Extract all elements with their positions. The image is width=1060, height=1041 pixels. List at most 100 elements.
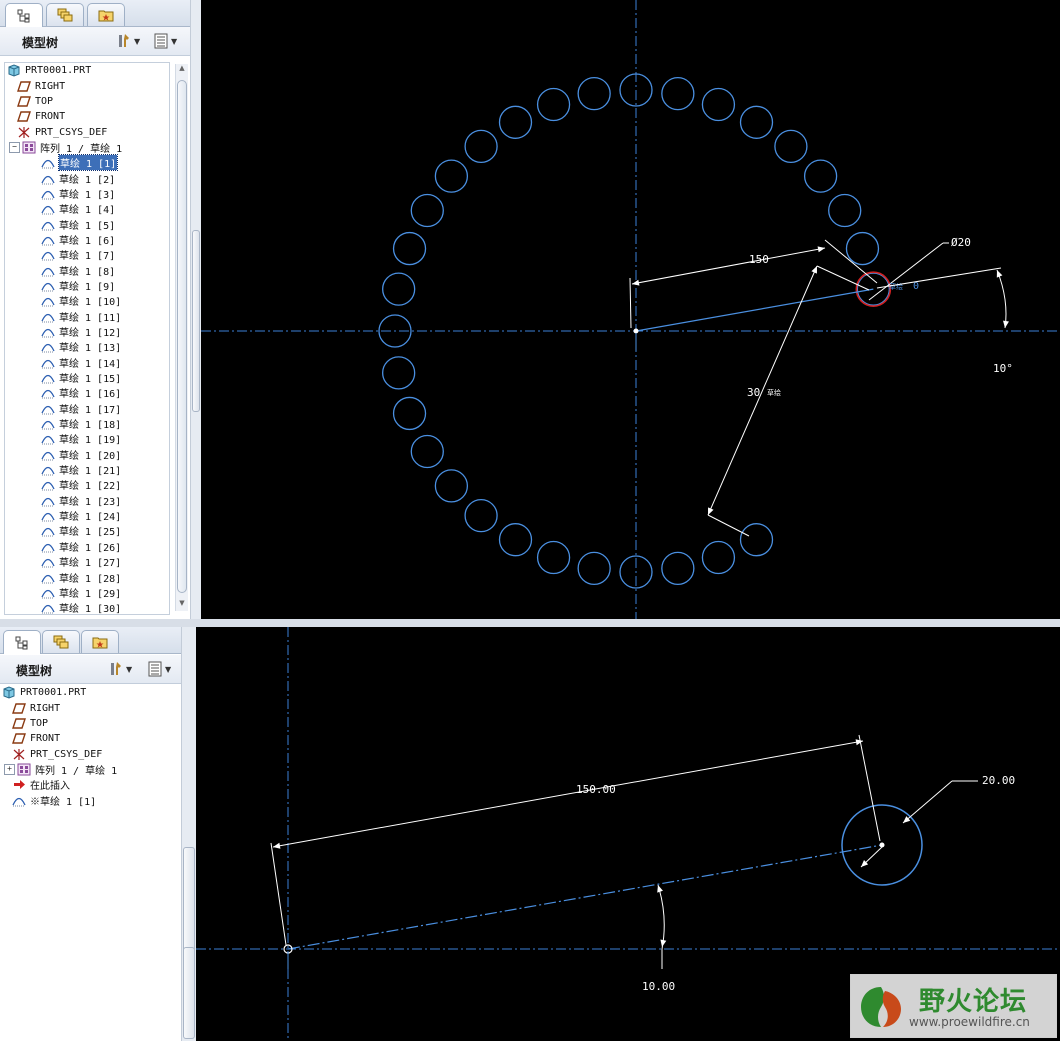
tree-item[interactable]: PRT_CSYS_DEF <box>0 746 181 761</box>
tree-item[interactable]: 草绘 1 [26] <box>5 539 169 554</box>
show-button[interactable]: ▼ <box>147 660 171 678</box>
tree-item[interactable]: 草绘 1 [11] <box>5 309 169 324</box>
pattern-circle[interactable] <box>392 396 427 431</box>
pattern-circle[interactable] <box>701 87 736 122</box>
tree-item[interactable]: PRT0001.PRT <box>0 685 181 700</box>
tree-item[interactable]: 草绘 1 [7] <box>5 247 169 262</box>
tree-item[interactable]: ※草绘 1 [1] <box>0 792 181 808</box>
pattern-circle[interactable] <box>577 551 611 585</box>
dimension-arrow <box>855 739 863 746</box>
pattern-circle[interactable] <box>464 498 498 533</box>
datum-plane-icon <box>17 110 31 123</box>
tree-item[interactable]: 草绘 1 [25] <box>5 523 169 538</box>
tree-item[interactable]: 草绘 1 [13] <box>5 339 169 354</box>
tree-item[interactable]: − 阵列 1 / 草绘 1 <box>5 140 169 155</box>
pattern-circle[interactable] <box>434 159 469 193</box>
pattern-circle[interactable] <box>739 105 774 139</box>
tree-item[interactable]: RIGHT <box>5 78 169 93</box>
tree-item[interactable]: 草绘 1 [12] <box>5 324 169 339</box>
tree-item[interactable]: 草绘 1 [9] <box>5 278 169 293</box>
scroll-up-arrow[interactable]: ▲ <box>176 64 188 76</box>
favorites-tab[interactable] <box>81 630 119 653</box>
tree-item[interactable]: 草绘 1 [20] <box>5 447 169 462</box>
pattern-circle[interactable] <box>774 129 808 164</box>
tree-item[interactable]: 在此插入 <box>0 777 181 792</box>
sketch-canvas-top[interactable]: 150 Ø20 草绘 0 10° 30 草绘 <box>201 0 1060 619</box>
tree-item[interactable]: 草绘 1 [18] <box>5 416 169 431</box>
splitter-grip[interactable] <box>192 230 200 412</box>
bottom-splitter[interactable] <box>181 627 197 1041</box>
sketch-graphics-top[interactable]: 150 Ø20 草绘 0 10° 30 草绘 <box>201 0 1060 619</box>
pattern-circle[interactable] <box>536 540 571 575</box>
pattern-circle[interactable] <box>434 469 469 503</box>
tree-item[interactable]: 草绘 1 [27] <box>5 554 169 569</box>
pattern-circle[interactable] <box>498 523 533 557</box>
tree-item[interactable]: 草绘 1 [21] <box>5 462 169 477</box>
sketch-icon <box>41 218 55 231</box>
tree-item[interactable]: + 阵列 1 / 草绘 1 <box>0 762 181 777</box>
settings-button[interactable]: ▼ <box>108 660 132 678</box>
expand-icon[interactable]: + <box>4 763 15 775</box>
tree-item[interactable]: 草绘 1 [5] <box>5 216 169 232</box>
model-tree-scrollbar[interactable]: ▲ ▼ <box>175 64 188 611</box>
pattern-circle[interactable] <box>803 159 838 193</box>
tree-item[interactable]: PRT0001.PRT <box>5 63 169 78</box>
pattern-circle[interactable] <box>845 231 880 266</box>
tree-item[interactable]: 草绘 1 [2] <box>5 170 169 186</box>
pattern-circle[interactable] <box>382 356 416 390</box>
pattern-circle[interactable] <box>701 540 736 575</box>
tree-item[interactable]: 草绘 1 [17] <box>5 401 169 416</box>
tree-item[interactable]: 草绘 1 [14] <box>5 355 169 370</box>
pattern-circle[interactable] <box>392 231 427 266</box>
tree-item[interactable]: TOP <box>0 716 181 731</box>
pattern-circle[interactable] <box>536 87 571 122</box>
show-button[interactable]: ▼ <box>153 32 177 50</box>
collapse-icon[interactable]: − <box>9 141 20 153</box>
pattern-circle[interactable] <box>410 434 444 469</box>
dimension-arrow <box>657 885 663 893</box>
tree-item-label: 草绘 1 [25] <box>59 527 122 539</box>
tree-item[interactable]: RIGHT <box>0 700 181 715</box>
pattern-circle[interactable] <box>661 77 695 111</box>
tree-item[interactable]: TOP <box>5 94 169 109</box>
tree-item[interactable]: FRONT <box>5 109 169 124</box>
pattern-circle[interactable] <box>464 129 498 164</box>
favorites-tab-icon <box>92 637 108 649</box>
tree-item[interactable]: 草绘 1 [19] <box>5 431 169 446</box>
pattern-circle[interactable] <box>739 523 774 557</box>
tree-item[interactable]: 草绘 1 [29] <box>5 585 169 600</box>
model-tree-tab[interactable] <box>5 3 43 27</box>
pattern-circle[interactable] <box>498 105 533 139</box>
tree-item[interactable]: 草绘 1 [6] <box>5 232 169 247</box>
layers-tab[interactable] <box>46 3 84 26</box>
tree-item[interactable]: 草绘 1 [3] <box>5 186 169 201</box>
tree-item-label: 草绘 1 [7] <box>59 251 116 263</box>
tree-item[interactable]: 草绘 1 [1] <box>5 154 169 172</box>
tree-item[interactable]: FRONT <box>0 731 181 746</box>
tree-item[interactable]: 草绘 1 [8] <box>5 262 169 278</box>
tree-item[interactable]: PRT_CSYS_DEF <box>5 124 169 139</box>
settings-button[interactable]: ▼ <box>116 32 140 50</box>
tree-item[interactable]: 草绘 1 [23] <box>5 493 169 508</box>
tree-item[interactable]: 草绘 1 [24] <box>5 508 169 523</box>
tree-item[interactable]: 草绘 1 [4] <box>5 201 169 216</box>
favorites-tab[interactable] <box>87 3 125 26</box>
pattern-circle[interactable] <box>577 77 611 111</box>
pattern-circle[interactable] <box>410 193 444 228</box>
tree-item[interactable]: 草绘 1 [22] <box>5 477 169 492</box>
layers-tab[interactable] <box>42 630 80 653</box>
splitter-grip-lower[interactable] <box>183 947 195 1039</box>
pattern-circle[interactable] <box>661 551 695 585</box>
scrollbar-thumb[interactable] <box>177 80 187 593</box>
tree-item[interactable]: 草绘 1 [10] <box>5 293 169 308</box>
show-dropdown-icon: ▼ <box>171 36 178 46</box>
pattern-circle[interactable] <box>382 272 416 306</box>
tree-item[interactable]: 草绘 1 [16] <box>5 385 169 400</box>
model-tree-tab[interactable] <box>3 630 41 654</box>
scroll-down-arrow[interactable]: ▼ <box>176 599 188 611</box>
tree-item-label: TOP <box>35 95 54 107</box>
tree-item[interactable]: 草绘 1 [30] <box>5 600 169 614</box>
pattern-circle[interactable] <box>828 193 862 228</box>
tree-item[interactable]: 草绘 1 [28] <box>5 569 169 585</box>
tree-item[interactable]: 草绘 1 [15] <box>5 370 169 385</box>
